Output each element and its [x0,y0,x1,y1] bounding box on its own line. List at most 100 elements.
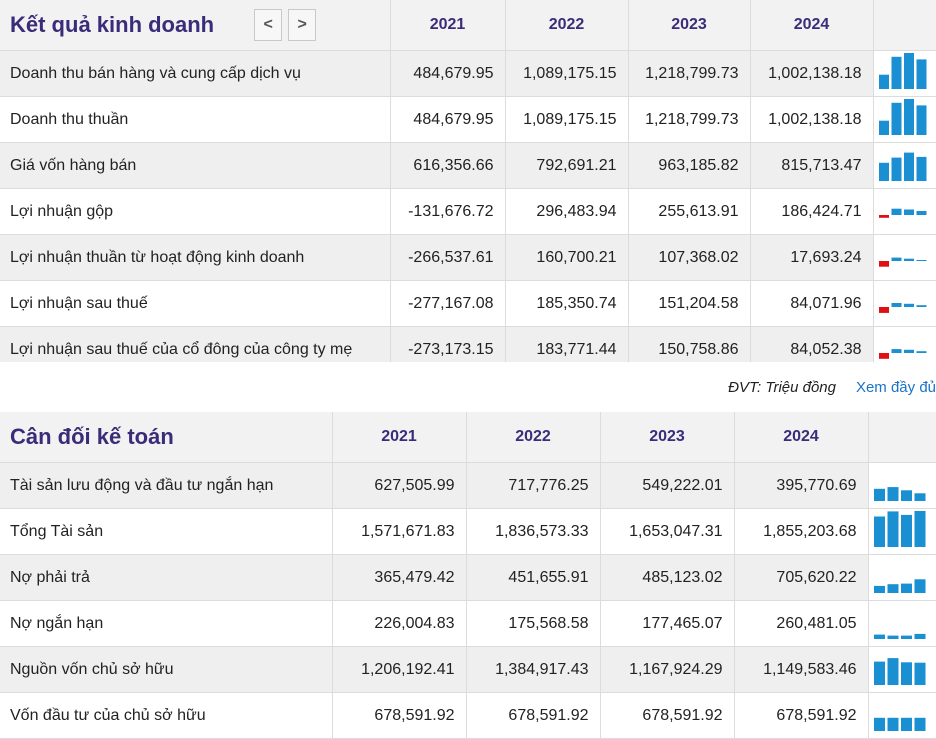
spark-bar [878,120,889,135]
spark-bar [903,53,914,89]
value-cell: -266,537.61 [390,234,506,281]
mini-bar-chart [868,692,936,739]
value-cell: 451,655.91 [466,554,601,601]
table-row: Lợi nhuận thuần từ hoạt động kinh doanh -… [0,234,936,281]
row-label: Vốn đầu tư của chủ sở hữu [0,692,333,739]
value-cell: 186,424.71 [750,188,874,235]
value-cell: 226,004.83 [332,600,467,647]
spark-bar [891,157,901,181]
value-cell: 1,384,917.43 [466,646,601,693]
mini-bar-chart [873,96,936,143]
value-cell: 1,218,799.73 [628,96,751,143]
value-cell: 815,713.47 [750,142,874,189]
spark-bar [891,349,901,353]
value-cell: 485,123.02 [600,554,735,601]
row-label: Nguồn vốn chủ sở hữu [0,646,333,693]
value-cell: 1,149,583.46 [734,646,869,693]
spark-bar [916,105,926,135]
next-period-button[interactable]: > [288,9,317,41]
sparkline [878,152,926,181]
spark-bar [900,490,912,501]
spark-bar [891,56,901,89]
balance-sheet-table: Cân đối kế toán 2021 2022 2023 2024 Tài … [0,412,936,739]
sparkline [878,99,926,135]
balance-title: Cân đối kế toán [0,412,333,463]
value-cell: 1,089,175.15 [505,96,629,143]
value-cell: 549,222.01 [600,462,735,509]
spark-bar [900,635,912,639]
spark-bar [903,258,914,261]
spark-bar [900,717,912,731]
spark-bar [873,488,885,501]
spark-bar [903,99,914,135]
value-cell: 185,350.74 [505,280,629,327]
value-cell: 255,613.91 [628,188,751,235]
income-title: Kết quả kinh doanh [10,12,215,37]
spark-bar [878,261,889,267]
spark-bar [900,514,912,547]
spark-bar [878,215,889,218]
value-cell: 1,653,047.31 [600,508,735,555]
year-header: 2023 [600,412,735,463]
sparkline [873,717,925,731]
sparkline [873,487,925,501]
spark-bar [873,634,885,639]
sparkline [878,208,926,218]
spark-bar [891,303,901,307]
row-label: Tổng Tài sản [0,508,333,555]
mini-bar-chart [873,142,936,189]
spark-bar [903,209,914,215]
value-cell: 365,479.42 [332,554,467,601]
spark-bar [903,349,914,353]
sparkline [878,257,926,267]
row-label: Nợ ngắn hạn [0,600,333,647]
income-statement-table: Kết quả kinh doanh < > 2021 2022 2023 20… [0,0,936,373]
value-cell: 296,483.94 [505,188,629,235]
spark-bar [891,257,901,261]
spark-bar [900,583,912,593]
value-cell: 678,591.92 [332,692,467,739]
spark-bar [887,658,898,685]
row-label: Doanh thu bán hàng và cung cấp dịch vụ [0,50,391,97]
spark-bar [916,156,926,181]
spark-bar [891,208,901,215]
spark-bar [916,59,926,89]
prev-period-button[interactable]: < [254,9,283,41]
sparkline [873,579,925,593]
sparkline [873,658,925,685]
spark-bar [878,307,889,313]
value-cell: 1,089,175.15 [505,50,629,97]
mini-bar-chart [868,646,936,693]
sparkline [878,349,926,359]
spark-bar [916,211,926,215]
sparkline [873,511,925,547]
spark-bar [873,717,885,731]
value-cell: 963,185.82 [628,142,751,189]
spark-bar [878,74,889,89]
row-label: Doanh thu thuần [0,96,391,143]
table-row: Nguồn vốn chủ sở hữu 1,206,192.41 1,384,91… [0,646,936,693]
row-label: Giá vốn hàng bán [0,142,391,189]
spark-bar [916,351,926,353]
value-cell: 717,776.25 [466,462,601,509]
value-cell: 177,465.07 [600,600,735,647]
value-cell: 1,571,671.83 [332,508,467,555]
value-cell: 1,218,799.73 [628,50,751,97]
value-cell: 1,836,573.33 [466,508,601,555]
mini-bar-chart [868,508,936,555]
value-cell: 1,002,138.18 [750,96,874,143]
value-cell: 1,002,138.18 [750,50,874,97]
spark-bar [914,717,925,731]
spark-bar [914,511,925,547]
table-footer: ĐVT: Triệu đồng Xem đầy đủ [0,362,936,412]
year-header: 2024 [750,0,874,51]
spark-bar [903,152,914,181]
view-full-link[interactable]: Xem đầy đủ [856,379,936,396]
spark-bar [916,260,926,261]
table-row: Giá vốn hàng bán 616,356.66 792,691.21 963,… [0,142,936,189]
table-row: Doanh thu bán hàng và cung cấp dịch vụ 48… [0,50,936,97]
row-label: Lợi nhuận gộp [0,188,391,235]
row-label: Lợi nhuận thuần từ hoạt động kinh doanh [0,234,391,281]
spark-bar [878,162,889,181]
spark-bar [887,511,898,547]
